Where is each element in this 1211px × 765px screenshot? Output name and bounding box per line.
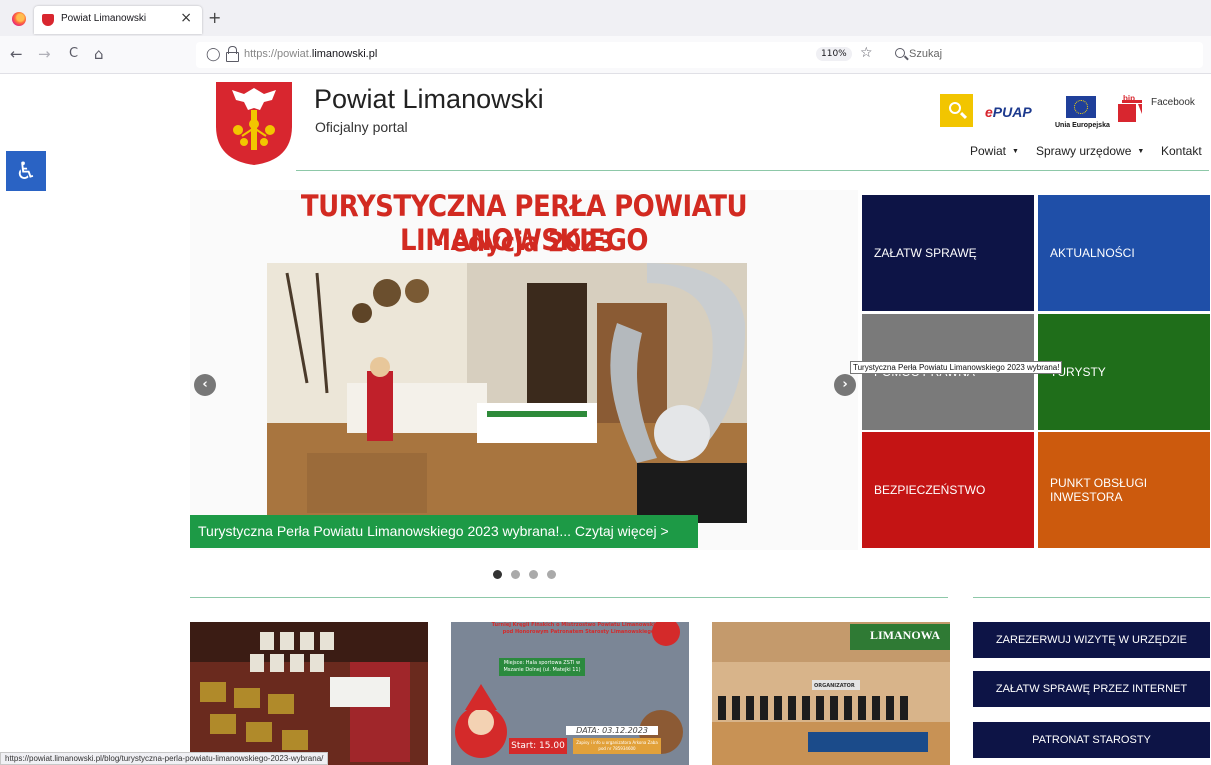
online-service-button[interactable]: ZAŁATW SPRAWĘ PRZEZ INTERNET [973, 671, 1210, 707]
browser-nav-bar: ← → C ⌂ ◯ https://powiat.limanowski.pl 1… [0, 36, 1211, 74]
status-url: https://powiat.limanowski.pl/blog/turyst… [0, 752, 329, 765]
header-divider [296, 170, 1209, 171]
browser-tab[interactable]: Powiat Limanowski × [34, 6, 202, 34]
tile-label: BEZPIECZEŃSTWO [874, 483, 986, 497]
slider-dot[interactable] [493, 570, 502, 579]
tile-label: ZAŁATW SPRAWĘ [874, 246, 977, 260]
slider-dot[interactable] [511, 570, 520, 579]
slider-next-button[interactable]: › [834, 374, 856, 396]
tournament-contact: Zapisy i info u organizatora Arkona Zaba… [573, 738, 661, 754]
firefox-icon[interactable] [12, 12, 26, 26]
close-tab-icon[interactable]: × [180, 10, 192, 26]
menu-item-kontakt[interactable]: Kontakt [1161, 144, 1202, 158]
slider-dot[interactable] [547, 570, 556, 579]
news-thumb-pingpong[interactable]: LIMANOWA ORGANIZATOR [712, 622, 950, 765]
site-subtitle: Oficjalny portal [315, 119, 408, 135]
menu-item-powiat[interactable]: Powiat ▼ [970, 144, 1019, 158]
gym-organizer-text: ORGANIZATOR [814, 683, 855, 689]
search-icon [895, 48, 905, 58]
slide-photo [267, 263, 747, 523]
tile-turysty[interactable]: TURYSTY [1038, 314, 1210, 430]
site-title[interactable]: Powiat Limanowski [314, 84, 544, 115]
patronage-button[interactable]: PATRONAT STAROSTY [973, 722, 1210, 758]
home-button[interactable]: ⌂ [94, 45, 104, 63]
tile-zalatw-sprawe[interactable]: ZAŁATW SPRAWĘ [862, 195, 1034, 311]
slide-caption-link[interactable]: Turystyczna Perła Powiatu Limanowskiego … [190, 515, 698, 548]
caret-down-icon: ▼ [1137, 148, 1145, 155]
tournament-title: Turniej Kręgli Fińskich o Mistrzostwo Po… [491, 622, 666, 635]
browser-tab-bar: Powiat Limanowski × + [0, 0, 1211, 36]
tile-aktualnosci[interactable]: AKTUALNOŚCI [1038, 195, 1210, 311]
county-crest-logo[interactable] [214, 80, 294, 166]
lock-icon[interactable] [226, 46, 239, 62]
slide-headline-edition: - edycja 2023 [433, 226, 615, 258]
menu-item-sprawy[interactable]: Sprawy urzędowe ▼ [1036, 144, 1144, 158]
tooltip: Turystyczna Perła Powiatu Limanowskiego … [850, 361, 1063, 374]
news-thumb-tournament[interactable]: Turniej Kręgli Fińskich o Mistrzostwo Po… [451, 622, 689, 765]
news-thumb-awards[interactable] [190, 622, 428, 765]
news-photo-awards [190, 622, 428, 765]
bip-label: bip [1123, 94, 1135, 103]
tracking-shield-icon[interactable]: ◯ [206, 47, 221, 62]
crest-favicon-icon [42, 14, 54, 26]
tournament-start: Start: 15.00 [509, 738, 567, 754]
search-placeholder: Szukaj [909, 48, 943, 60]
epuap-link[interactable]: ePUAP [985, 104, 1032, 120]
caret-down-icon: ▼ [1012, 148, 1019, 155]
tile-bezpieczenstwo[interactable]: BEZPIECZEŃSTWO [862, 432, 1034, 548]
slider-dot[interactable] [529, 570, 538, 579]
tile-label: AKTUALNOŚCI [1050, 246, 1135, 260]
site-search-button[interactable] [940, 94, 973, 127]
book-visit-button[interactable]: ZAREZERWUJ WIZYTĘ W URZĘDZIE [973, 622, 1210, 658]
accessibility-button[interactable]: ♿ [6, 151, 46, 191]
bookmark-star-icon[interactable]: ☆ [860, 45, 873, 61]
section-divider [190, 597, 948, 598]
gym-banner-text: LIMANOWA [870, 628, 941, 642]
tournament-place: Miejsce: Hala sportowa ZSTI w Mszanie Do… [499, 658, 585, 676]
tab-title: Powiat Limanowski [61, 13, 147, 24]
forward-button[interactable]: → [38, 45, 51, 63]
tournament-date: DATA: 03.12.2023 [566, 726, 658, 735]
news-photo-gym [712, 622, 950, 765]
back-button[interactable]: ← [10, 45, 23, 63]
zoom-level[interactable]: 110% [816, 47, 852, 61]
tile-label: PUNKT OBSŁUGI INWESTORA [1050, 476, 1148, 504]
new-tab-button[interactable]: + [208, 10, 221, 26]
slider-pagination [493, 564, 565, 583]
eu-flag-icon[interactable] [1066, 96, 1096, 118]
url-text[interactable]: https://powiat.limanowski.pl [244, 48, 377, 60]
slider-prev-button[interactable]: ‹ [194, 374, 216, 396]
browser-search-input[interactable]: Szukaj [887, 42, 1203, 68]
facebook-link[interactable]: Facebook [1151, 97, 1195, 108]
search-icon [949, 102, 961, 114]
news-slider[interactable]: TURYSTYCZNA PERŁA POWIATU LIMANOWSKIEGO … [190, 190, 858, 550]
wheelchair-icon: ♿ [15, 157, 37, 185]
tile-punkt-obslugi-inwestora[interactable]: PUNKT OBSŁUGI INWESTORA [1038, 432, 1210, 548]
eu-label: Unia Europejska [1055, 122, 1110, 129]
reload-button[interactable]: C [69, 45, 78, 63]
sidebar-divider [973, 597, 1210, 598]
